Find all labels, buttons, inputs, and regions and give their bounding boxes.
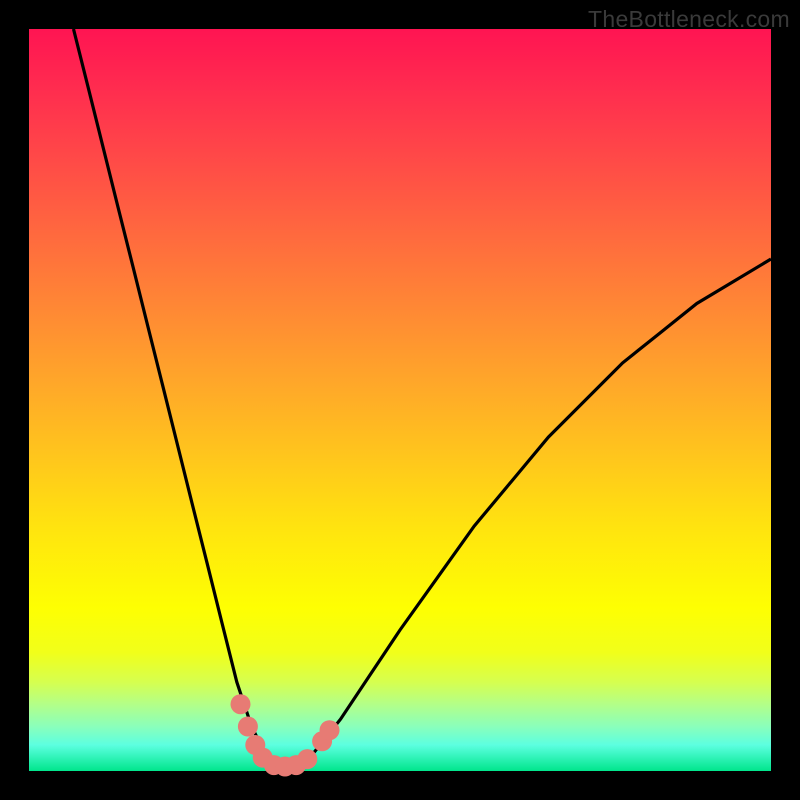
bottleneck-curve-svg (29, 29, 771, 771)
highlight-marker (231, 694, 251, 714)
highlight-markers (231, 694, 340, 776)
highlight-marker (320, 720, 340, 740)
plot-area (29, 29, 771, 771)
bottleneck-curve (74, 29, 772, 771)
highlight-marker (297, 749, 317, 769)
watermark-text: TheBottleneck.com (588, 6, 790, 33)
curve-path-group (74, 29, 772, 771)
highlight-marker (238, 717, 258, 737)
